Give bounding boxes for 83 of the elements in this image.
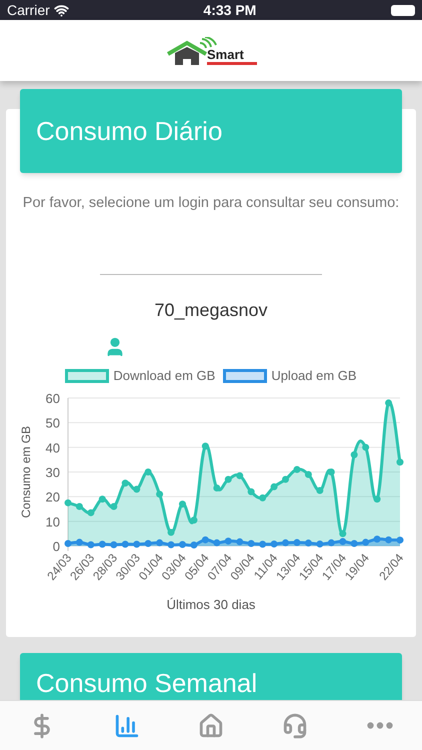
y-tick-label: 0 [52, 539, 60, 554]
chart-icon [114, 712, 140, 738]
data-point [248, 540, 255, 548]
login-name: 70_megasnov [154, 298, 268, 322]
data-point [259, 541, 266, 548]
y-tick-label: 10 [46, 514, 60, 530]
data-point [98, 496, 106, 503]
data-point [362, 539, 370, 546]
data-point [304, 540, 312, 547]
data-point [168, 542, 175, 549]
data-point [64, 540, 72, 548]
data-point [190, 516, 198, 524]
data-point [248, 488, 255, 496]
logo-text: Smart [207, 48, 244, 60]
data-point [133, 486, 140, 494]
data-point [202, 536, 209, 544]
x-axis-title: Últimos 30 dias [166, 596, 256, 614]
data-point [168, 529, 175, 536]
home-icon [198, 712, 224, 738]
logo-underline [207, 62, 257, 64]
y-tick-label: 50 [46, 416, 60, 431]
data-point [396, 536, 404, 544]
data-point [110, 503, 118, 510]
data-point [144, 540, 152, 548]
data-point [293, 539, 300, 546]
carrier-label: Carrier [7, 0, 50, 20]
data-point [76, 539, 83, 546]
data-point [98, 541, 106, 548]
card-title: Consumo Semanal [36, 667, 258, 700]
card-title: Consumo Diário [36, 114, 222, 148]
data-point [374, 496, 381, 503]
data-point [122, 480, 129, 487]
data-point [270, 540, 278, 548]
data-point [156, 490, 164, 498]
y-axis-title: Consumo em GB [19, 426, 33, 518]
battery-icon [390, 4, 415, 16]
data-point [282, 476, 290, 484]
y-tick-label: 60 [46, 391, 60, 406]
data-point [350, 540, 358, 548]
data-point [110, 542, 118, 549]
instruction-text: Por favor, selecione um login para consultar seu consumo: [22, 194, 400, 213]
y-tick-label: 40 [46, 440, 60, 456]
clock: 4:33 PM [203, 0, 256, 20]
data-point [87, 509, 94, 516]
legend-label: Upload em GB [271, 366, 357, 385]
data-point [190, 542, 198, 549]
data-point [224, 476, 232, 484]
data-point [362, 444, 370, 452]
data-point [133, 541, 140, 548]
data-point [236, 472, 244, 480]
data-point [328, 468, 335, 476]
legend-label: Download em GB [113, 366, 216, 385]
data-point [76, 503, 83, 510]
data-point [350, 451, 358, 458]
data-point [304, 471, 312, 478]
data-point [156, 540, 164, 547]
data-point [385, 400, 392, 407]
data-point [270, 484, 278, 491]
data-point [87, 542, 94, 549]
data-point [316, 487, 324, 494]
data-point [374, 536, 381, 543]
data-point [144, 468, 152, 476]
data-point [282, 540, 290, 547]
more-icon [366, 722, 393, 729]
data-point [178, 500, 186, 508]
data-point [259, 494, 266, 502]
data-point [122, 541, 129, 548]
data-point [316, 540, 324, 548]
data-point [64, 500, 72, 507]
data-point [293, 466, 300, 474]
data-point [202, 442, 209, 450]
wifi-icon [54, 2, 69, 18]
data-point [213, 484, 220, 492]
y-tick-label: 20 [46, 490, 60, 505]
data-point [178, 541, 186, 548]
data-point [236, 538, 244, 546]
data-point [396, 458, 404, 466]
data-point [328, 540, 335, 547]
support-icon [282, 712, 308, 738]
data-point [385, 536, 392, 544]
y-tick-label: 30 [46, 465, 60, 480]
data-point [213, 540, 220, 547]
data-point [224, 538, 232, 545]
